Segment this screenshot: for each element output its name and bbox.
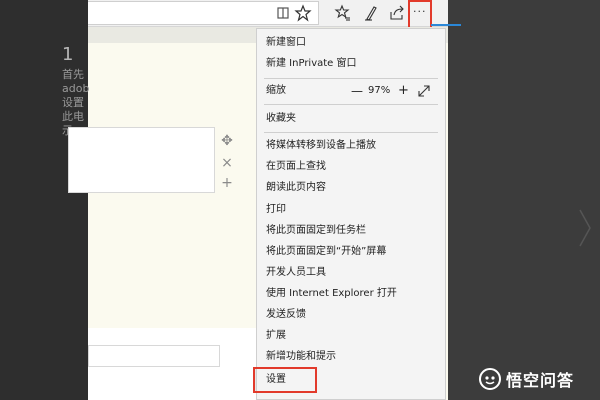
- pen-notes-icon[interactable]: [362, 4, 380, 22]
- step-text-line: adob: [62, 82, 90, 95]
- step-number: 1: [62, 44, 74, 65]
- reading-view-icon[interactable]: [274, 4, 292, 22]
- menu-item-cast-media[interactable]: 将媒体转移到设备上播放: [257, 136, 445, 156]
- menu-item-print[interactable]: 打印: [257, 200, 445, 220]
- browser-toolbar: ···: [88, 0, 461, 36]
- left-background: [0, 0, 88, 400]
- menu-divider: [264, 104, 438, 105]
- menu-item-zoom: 缩放 — 97% +: [257, 81, 445, 101]
- favorites-hub-icon[interactable]: [334, 4, 352, 22]
- menu-item-pin-taskbar[interactable]: 将此页面固定到任务栏: [257, 221, 445, 241]
- step-text-line: 设置: [62, 96, 84, 109]
- menu-item-new-window[interactable]: 新建窗口: [257, 33, 445, 53]
- watermark-text: 悟空问答: [506, 371, 575, 390]
- add-icon[interactable]: +: [220, 176, 234, 190]
- share-icon[interactable]: [388, 4, 406, 22]
- menu-item-find-on-page[interactable]: 在页面上查找: [257, 157, 445, 177]
- right-background: [448, 0, 600, 400]
- zoom-level: 97%: [368, 85, 391, 96]
- menu-item-send-feedback[interactable]: 发送反馈: [257, 305, 445, 325]
- close-icon[interactable]: ×: [220, 156, 234, 170]
- step-text-line: 首先: [62, 68, 84, 81]
- fullscreen-icon[interactable]: [418, 85, 430, 97]
- zoom-out-button[interactable]: —: [351, 81, 363, 101]
- bottom-input[interactable]: [88, 345, 220, 367]
- menu-item-pin-start[interactable]: 将此页面固定到“开始”屏幕: [257, 242, 445, 262]
- move-icon[interactable]: ✥: [220, 134, 234, 148]
- zoom-in-button[interactable]: +: [398, 81, 409, 101]
- menu-item-developer-tools[interactable]: 开发人员工具: [257, 263, 445, 283]
- menu-item-favorites[interactable]: 收藏夹: [257, 109, 445, 129]
- menu-item-whats-new[interactable]: 新增功能和提示: [257, 347, 445, 367]
- more-dots-icon: ···: [413, 5, 427, 18]
- menu-item-extensions[interactable]: 扩展: [257, 326, 445, 346]
- wukong-logo-icon: [478, 367, 502, 391]
- settings-highlight-box: [253, 367, 317, 393]
- accent-line: [431, 24, 461, 26]
- more-actions-menu: 新建窗口 新建 InPrivate 窗口 缩放 — 97% + 收藏夹 将媒体转…: [256, 28, 446, 400]
- step-text-line: 此电: [62, 110, 84, 123]
- menu-item-read-aloud[interactable]: 朗读此页内容: [257, 178, 445, 198]
- menu-item-open-ie[interactable]: 使用 Internet Explorer 打开: [257, 284, 445, 304]
- menu-item-new-inprivate-window[interactable]: 新建 InPrivate 窗口: [257, 54, 445, 74]
- watermark: 悟空问答: [478, 366, 574, 392]
- menu-divider: [264, 132, 438, 133]
- content-box: [68, 127, 215, 193]
- favorite-star-icon[interactable]: [294, 4, 312, 22]
- zoom-label: 缩放: [266, 85, 286, 96]
- menu-divider: [264, 78, 438, 79]
- chevron-right-icon: [578, 208, 592, 248]
